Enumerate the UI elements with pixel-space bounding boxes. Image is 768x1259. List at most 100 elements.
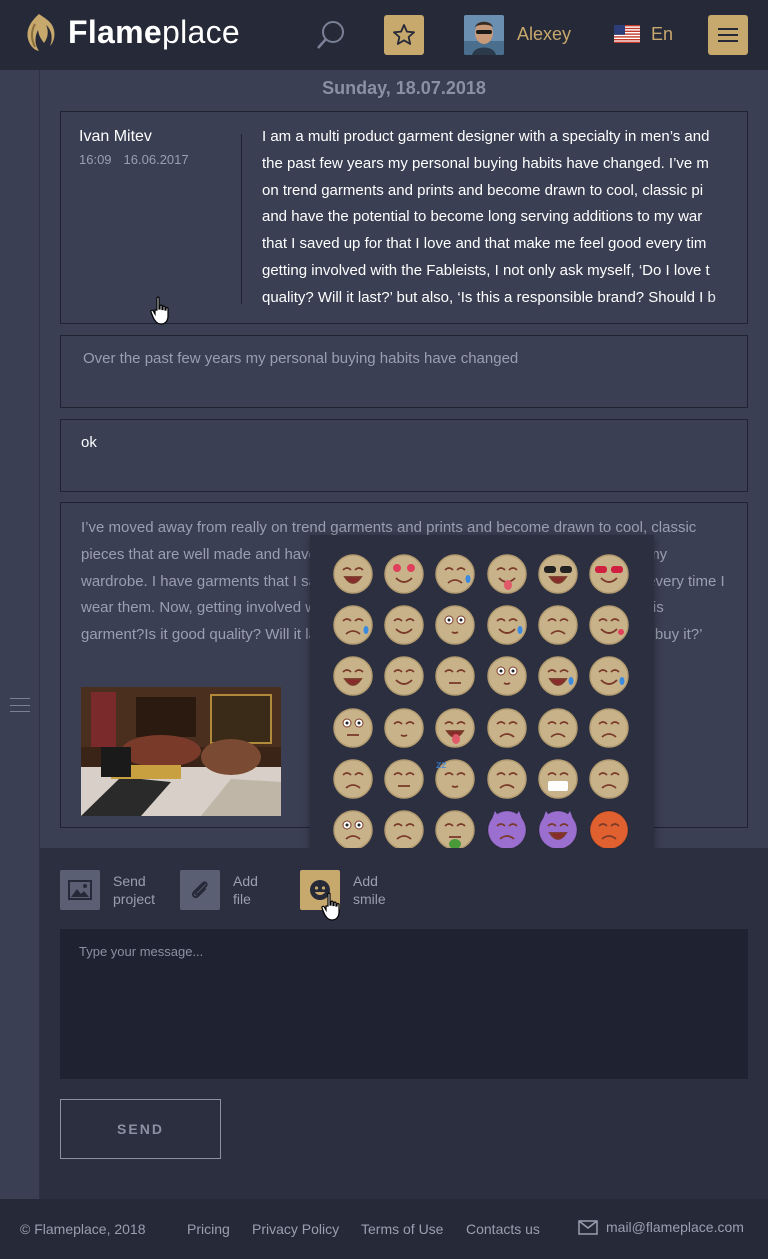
- straight-face-emoji-icon[interactable]: [383, 758, 425, 800]
- message-line: on trend garments and prints and become …: [262, 181, 704, 199]
- pensive-emoji-icon[interactable]: [588, 707, 630, 749]
- attached-photo[interactable]: [81, 687, 281, 816]
- sad-sweat-emoji-icon[interactable]: [434, 553, 476, 595]
- star-icon: [393, 24, 415, 45]
- message-card: Over the past few years my personal buyi…: [60, 335, 748, 408]
- message-card: ok: [60, 419, 748, 492]
- top-header: Flameplace Alexey En: [0, 0, 768, 70]
- message-line: and have the potential to become long se…: [262, 208, 703, 226]
- medical-mask-emoji-icon[interactable]: [537, 758, 579, 800]
- message-body: ok: [81, 434, 97, 451]
- grinning-sweat-drops-emoji-icon[interactable]: [537, 655, 579, 697]
- label-line-1: Add: [353, 873, 378, 889]
- logo-text: Flameplace: [68, 13, 240, 50]
- svg-text:zz: zz: [436, 760, 447, 771]
- sad-wide-emoji-icon[interactable]: [332, 809, 374, 851]
- crying-face-emoji-icon[interactable]: [332, 604, 374, 646]
- label-line-2: project: [113, 891, 156, 907]
- relieved-emoji-icon[interactable]: [332, 655, 374, 697]
- grimacing-emoji-icon[interactable]: [434, 655, 476, 697]
- text-fade-overlay: [707, 112, 747, 323]
- footer: © Flameplace, 2018 Pricing Privacy Polic…: [0, 1199, 768, 1259]
- heart-eyes-emoji-icon[interactable]: [383, 553, 425, 595]
- worried-emoji-icon[interactable]: [588, 758, 630, 800]
- message-line: I am a multi product garment designer wi…: [262, 128, 710, 145]
- message-date: 16.06.2017: [123, 152, 189, 167]
- flame-logo-icon: [27, 14, 55, 51]
- imp-emoji-icon[interactable]: [486, 809, 528, 851]
- surprised-emoji-icon[interactable]: [434, 604, 476, 646]
- footer-link-privacy-policy[interactable]: Privacy Policy: [252, 1221, 339, 1237]
- winking-grin-emoji-icon[interactable]: [383, 604, 425, 646]
- winking-tongue-emoji-icon[interactable]: [486, 553, 528, 595]
- persevering-emoji-icon[interactable]: [486, 758, 528, 800]
- user-name[interactable]: Alexey: [517, 24, 571, 45]
- message-card: Ivan Mitev 16:09 16.06.2017 I am a multi …: [60, 111, 748, 324]
- message-input[interactable]: [60, 929, 748, 1079]
- footer-link-pricing[interactable]: Pricing: [187, 1221, 230, 1237]
- us-flag-icon[interactable]: [614, 25, 640, 43]
- footer-link-contacts[interactable]: Contacts us: [466, 1221, 540, 1237]
- message-line: that I saved up for that I love and that…: [262, 235, 707, 253]
- heart-sunglasses-emoji-icon[interactable]: [588, 553, 630, 595]
- nauseated-emoji-icon[interactable]: [434, 809, 476, 851]
- smiling-eyes-emoji-icon[interactable]: [383, 655, 425, 697]
- hamburger-menu-button[interactable]: [708, 15, 748, 55]
- message-composer: Send project Add file Add smile SEND: [40, 848, 768, 1199]
- user-avatar[interactable]: [464, 15, 504, 55]
- footer-link-terms-of-use[interactable]: Terms of Use: [361, 1221, 443, 1237]
- conversation-date: Sunday, 18.07.2018: [322, 78, 486, 98]
- confounded-emoji-icon[interactable]: [537, 707, 579, 749]
- favorites-button[interactable]: [384, 15, 424, 55]
- disappointed-emoji-icon[interactable]: [332, 758, 374, 800]
- unamused-emoji-icon[interactable]: [537, 604, 579, 646]
- message-author: Ivan Mitev: [79, 128, 152, 145]
- message-line: quality? Will it last?’ but also, ‘Is th…: [262, 288, 716, 306]
- message-time: 16:09: [79, 152, 112, 167]
- hand-cursor-icon: [150, 296, 169, 325]
- grinning-face-emoji-icon[interactable]: [332, 553, 374, 595]
- frowning-emoji-icon[interactable]: [486, 707, 528, 749]
- flushed-emoji-icon[interactable]: [486, 655, 528, 697]
- message-divider: [241, 134, 242, 304]
- squinting-tongue-emoji-icon[interactable]: [434, 707, 476, 749]
- footer-email[interactable]: mail@flameplace.com: [578, 1219, 744, 1235]
- send-project-button[interactable]: Send project: [60, 870, 155, 910]
- cool-sunglasses-emoji-icon[interactable]: [537, 553, 579, 595]
- neutral-wide-eyes-emoji-icon[interactable]: [332, 707, 374, 749]
- mail-icon: [578, 1219, 598, 1235]
- add-smile-label: Add smile: [353, 872, 386, 908]
- anguished-emoji-icon[interactable]: [383, 809, 425, 851]
- send-button[interactable]: SEND: [60, 1099, 221, 1159]
- message-body: Over the past few years my personal buyi…: [83, 350, 519, 367]
- label-line-1: Send: [113, 873, 146, 889]
- dizzy-face-emoji-icon[interactable]: [383, 707, 425, 749]
- email-address: mail@flameplace.com: [606, 1219, 744, 1235]
- send-project-label: Send project: [113, 872, 155, 908]
- add-file-label: Add file: [233, 872, 258, 908]
- emoji-grid: zz: [332, 553, 630, 851]
- smiling-devil-emoji-icon[interactable]: [537, 809, 579, 851]
- paperclip-icon: [180, 870, 220, 910]
- language-selector[interactable]: En: [651, 24, 673, 45]
- copyright: © Flameplace, 2018: [20, 1221, 146, 1237]
- message-meta: 16:09 16.06.2017: [79, 152, 189, 167]
- message-line: getting involved with the Fableists, I n…: [262, 261, 710, 279]
- left-sidebar-rail: [0, 70, 40, 1199]
- tears-of-joy-emoji-icon[interactable]: [486, 604, 528, 646]
- message-body: I am a multi product garment designer wi…: [262, 124, 747, 312]
- sleeping-emoji-icon[interactable]: zz: [434, 758, 476, 800]
- logo[interactable]: Flameplace: [22, 12, 240, 52]
- search-icon[interactable]: [314, 18, 348, 52]
- emoji-picker: zz: [310, 535, 654, 873]
- label-line-2: file: [233, 891, 251, 907]
- label-line-2: smile: [353, 891, 386, 907]
- sweat-smile-emoji-icon[interactable]: [588, 655, 630, 697]
- image-icon: [60, 870, 100, 910]
- hand-cursor-icon: [321, 892, 340, 921]
- message-line: the past few years my personal buying ha…: [262, 154, 709, 172]
- sidebar-toggle-icon[interactable]: [10, 698, 30, 712]
- kissing-heart-emoji-icon[interactable]: [588, 604, 630, 646]
- angry-red-emoji-icon[interactable]: [588, 809, 630, 851]
- add-file-button[interactable]: Add file: [180, 870, 258, 910]
